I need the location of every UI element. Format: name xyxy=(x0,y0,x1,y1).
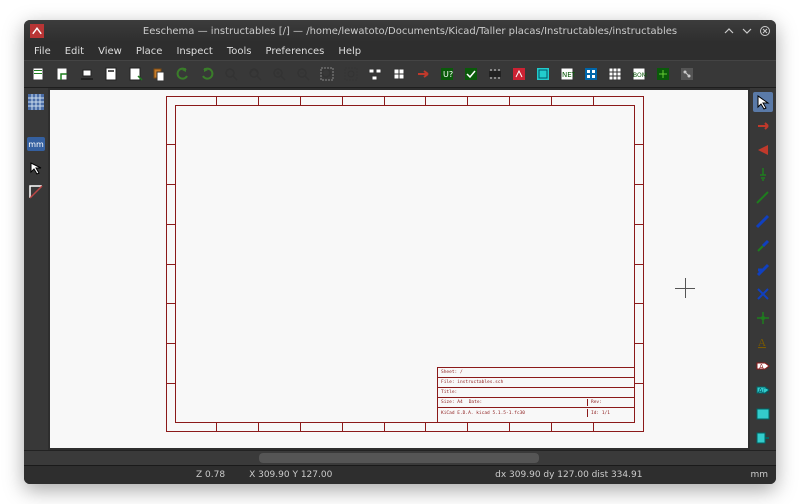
open-pcb-button[interactable] xyxy=(676,63,698,85)
menu-preferences[interactable]: Preferences xyxy=(266,46,325,57)
grid-toggle-button[interactable] xyxy=(26,92,46,112)
title-block-date: Date: xyxy=(463,400,587,405)
schematic-canvas[interactable]: Sheet: / File: instructables.sch Title: … xyxy=(50,90,748,448)
annotate-button[interactable]: U? xyxy=(436,63,458,85)
sheet-frame: Sheet: / File: instructables.sch Title: … xyxy=(166,96,644,432)
zoom-redraw-button[interactable] xyxy=(244,63,266,85)
workarea: mm Sheet: / File: instructables.sch xyxy=(24,88,776,450)
svg-text:BOM: BOM xyxy=(633,72,647,79)
footprint-editor-button[interactable]: NET xyxy=(556,63,578,85)
menu-inspect[interactable]: Inspect xyxy=(176,46,212,57)
generate-bom-button[interactable]: BOM xyxy=(628,63,650,85)
status-abs-coords: X 309.90 Y 127.00 xyxy=(249,470,332,480)
window-title: Eeschema — instructables [/] — /home/lew… xyxy=(50,26,770,37)
place-wire-button[interactable] xyxy=(753,188,773,208)
symbol-editor-button[interactable] xyxy=(508,63,530,85)
window-maximize-button[interactable] xyxy=(742,26,752,36)
title-block-id: Id: 1/1 xyxy=(587,409,631,417)
find-button[interactable] xyxy=(220,63,242,85)
statusbar: Z 0.78 X 309.90 Y 127.00 dx 309.90 dy 12… xyxy=(24,465,776,484)
import-sheet-pin-button[interactable] xyxy=(753,428,773,448)
toolbar-right: A A A□ T A xyxy=(750,88,776,450)
svg-text:A□: A□ xyxy=(758,387,769,395)
status-units: mm xyxy=(750,470,768,480)
svg-text:NET: NET xyxy=(562,71,575,79)
place-sheet-button[interactable] xyxy=(753,404,773,424)
cursor-shape-button[interactable] xyxy=(26,158,46,178)
symbol-fields-button[interactable] xyxy=(604,63,626,85)
title-block-kicad: KiCad E.D.A. kicad 5.1.5-1.fc30 xyxy=(441,411,525,416)
sheet-drawing-area: Sheet: / File: instructables.sch Title: … xyxy=(175,105,635,423)
window-close-button[interactable] xyxy=(760,26,770,36)
status-zoom: Z 0.78 xyxy=(196,470,225,480)
svg-text:U?: U? xyxy=(443,70,453,79)
redo-button[interactable] xyxy=(196,63,218,85)
symbol-browser-button[interactable] xyxy=(532,63,554,85)
select-tool-button[interactable] xyxy=(753,92,773,112)
horizontal-scrollbar[interactable] xyxy=(24,450,776,465)
place-bus-button[interactable] xyxy=(753,212,773,232)
erc-check-button[interactable] xyxy=(460,63,482,85)
undo-button[interactable] xyxy=(172,63,194,85)
title-block-title: Title: xyxy=(441,390,457,395)
title-block-file: File: instructables.sch xyxy=(441,380,503,385)
leave-sheet-button[interactable] xyxy=(388,63,410,85)
save-button[interactable] xyxy=(76,63,98,85)
place-junction-button[interactable] xyxy=(753,308,773,328)
title-block-sheet: Sheet: / xyxy=(441,370,463,375)
new-schematic-button[interactable] xyxy=(28,63,50,85)
window-minimize-button[interactable] xyxy=(724,26,734,36)
place-net-label-button[interactable]: A xyxy=(753,332,773,352)
place-noconnect-button[interactable] xyxy=(753,284,773,304)
title-block: Sheet: / File: instructables.sch Title: … xyxy=(437,367,634,422)
menu-edit[interactable]: Edit xyxy=(65,46,84,57)
toolbar-left: mm xyxy=(24,88,48,450)
menu-view[interactable]: View xyxy=(98,46,122,57)
place-global-label-button[interactable]: A xyxy=(753,356,773,376)
title-block-size: Size: A4 xyxy=(441,400,463,405)
status-rel-coords: dx 309.90 dy 127.00 dist 334.91 xyxy=(495,470,642,480)
menu-help[interactable]: Help xyxy=(338,46,361,57)
zoom-out-button[interactable] xyxy=(292,63,314,85)
place-bus-to-bus-button[interactable] xyxy=(753,260,773,280)
paste-button[interactable] xyxy=(148,63,170,85)
svg-text:A: A xyxy=(758,337,766,349)
navigate-hierarchy-button[interactable] xyxy=(364,63,386,85)
print-button[interactable] xyxy=(124,63,146,85)
menu-file[interactable]: File xyxy=(34,46,51,57)
units-inches-button[interactable] xyxy=(26,116,46,130)
place-hier-label-button[interactable]: A□ xyxy=(753,380,773,400)
svg-text:A: A xyxy=(759,363,764,371)
menu-place[interactable]: Place xyxy=(136,46,163,57)
place-symbol-button[interactable] xyxy=(753,140,773,160)
assign-footprints-button[interactable] xyxy=(484,63,506,85)
run-erc-button[interactable] xyxy=(412,63,434,85)
menubar: File Edit View Place Inspect Tools Prefe… xyxy=(24,42,776,60)
place-wire-to-bus-button[interactable] xyxy=(753,236,773,256)
update-pcb-button[interactable] xyxy=(652,63,674,85)
title-block-rev: Rev: xyxy=(587,399,631,406)
zoom-fit-button[interactable] xyxy=(316,63,338,85)
highlight-net-button[interactable] xyxy=(753,116,773,136)
toolbar-top: U? NET BOM xyxy=(24,60,776,88)
hidden-pins-button[interactable] xyxy=(26,182,46,202)
app-window: Eeschema — instructables [/] — /home/lew… xyxy=(24,20,776,484)
eeschema-app-icon xyxy=(30,24,44,38)
zoom-selection-button[interactable] xyxy=(340,63,362,85)
menu-tools[interactable]: Tools xyxy=(227,46,252,57)
zoom-in-button[interactable] xyxy=(268,63,290,85)
units-mm-button[interactable]: mm xyxy=(26,134,46,154)
open-button[interactable] xyxy=(52,63,74,85)
titlebar: Eeschema — instructables [/] — /home/lew… xyxy=(24,20,776,42)
page-settings-button[interactable] xyxy=(100,63,122,85)
bom-button[interactable] xyxy=(580,63,602,85)
place-power-button[interactable] xyxy=(753,164,773,184)
